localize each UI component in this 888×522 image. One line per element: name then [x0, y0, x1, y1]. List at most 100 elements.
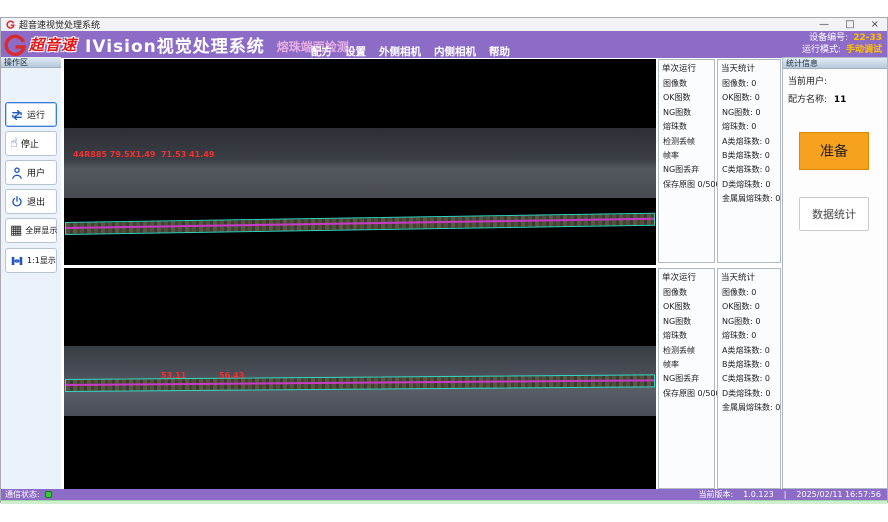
current-user-label: 当前用户:	[788, 77, 827, 87]
stat-row: 图像数: 0	[718, 77, 780, 91]
stat-row: 图像数	[659, 77, 714, 91]
stat-row: 帧率	[659, 358, 714, 372]
stat-row: A类熔珠数: 0	[718, 135, 780, 149]
window-controls: — □ ×	[819, 18, 879, 31]
today-stats-panel-bottom: 当天统计 图像数: 0OK图数: 0NG图数: 0熔珠数: 0A类熔珠数: 0B…	[717, 268, 781, 489]
single-run-panel-top: 单次运行 图像数OK图数NG图数熔珠数检测丢帧帧率NG图丢弃保存原图 0/500	[658, 59, 715, 263]
single-run-panel-bottom: 单次运行 图像数OK图数NG图数熔珠数检测丢帧帧率NG图丢弃保存原图 0/500	[658, 268, 715, 489]
stat-row: C类熔珠数: 0	[718, 163, 780, 177]
measurement-annotation: 56.43	[219, 372, 244, 380]
app-logo-icon	[6, 20, 15, 29]
device-number-value: 22-33	[853, 32, 882, 44]
stat-row: D类熔珠数: 0	[718, 178, 780, 192]
detection-centerline-bottom	[66, 379, 654, 386]
statusbar-separator: |	[784, 490, 787, 499]
measurement-annotation: 53.11	[161, 372, 186, 380]
stat-row: 图像数: 0	[718, 286, 780, 300]
stat-row: NG图数: 0	[718, 106, 780, 120]
stat-row: 检测丢帧	[659, 344, 714, 358]
close-button[interactable]: ×	[871, 18, 879, 31]
measurement-annotation: 44R885 79.5X1.49 71.53 41.49	[73, 151, 214, 159]
fullscreen-button[interactable]: ▦ 全屏显示	[5, 218, 57, 243]
comm-status-label: 通信状态:	[5, 489, 40, 500]
brand-logo-icon	[3, 33, 27, 57]
stat-row: NG图丢弃	[659, 163, 714, 177]
run-mode-value: 手动调试	[846, 44, 882, 56]
current-user-row: 当前用户:	[783, 74, 887, 87]
stat-row: 图像数	[659, 286, 714, 300]
app-title: IVision视觉处理系统	[85, 32, 265, 57]
menu-item-settings[interactable]: 设置	[345, 44, 366, 59]
statusbar-right: 当前版本: 1.0.123 | 2025/02/11 16:57:56	[698, 489, 881, 500]
stat-row: 帧率	[659, 149, 714, 163]
exit-button[interactable]: 退出	[5, 189, 57, 214]
prepare-button[interactable]: 准备	[799, 132, 869, 170]
stat-row: 检测丢帧	[659, 135, 714, 149]
stat-row: B类熔珠数: 0	[718, 358, 780, 372]
stat-row: OK图数	[659, 300, 714, 314]
one-to-one-button[interactable]: 1:1显示	[5, 248, 57, 273]
groupbox-title: 当天统计	[718, 269, 780, 286]
stat-row: A类熔珠数: 0	[718, 344, 780, 358]
menu-item-help[interactable]: 帮助	[489, 44, 510, 59]
statusbar-datetime: 2025/02/11 16:57:56	[796, 490, 881, 499]
one-to-one-icon	[10, 254, 24, 268]
loop-arrows-icon	[10, 108, 24, 122]
user-button[interactable]: 用户	[5, 160, 57, 185]
app-window: 超音速视觉处理系统 — □ × 超音速 IVision视觉处理系统 熔珠端面检测…	[0, 17, 888, 503]
operation-sidebar: 操作区 运行 ☝ 停止	[1, 57, 61, 489]
main-menu: 配方 设置 外侧相机 内侧相机 帮助	[311, 44, 510, 59]
minimize-button[interactable]: —	[819, 18, 829, 31]
window-bottom-strip	[1, 500, 887, 504]
status-bar: 通信状态: 当前版本: 1.0.123 | 2025/02/11 16:57:5…	[1, 489, 887, 500]
menu-item-outer-camera[interactable]: 外侧相机	[379, 44, 421, 59]
recipe-name-value: 11	[834, 95, 847, 105]
stat-row: OK图数: 0	[718, 300, 780, 314]
menu-item-inner-camera[interactable]: 内侧相机	[434, 44, 476, 59]
sidebar-title: 操作区	[1, 57, 61, 68]
dither-square-icon: ▦	[10, 224, 22, 237]
header-bar: 超音速 IVision视觉处理系统 熔珠端面检测 配方 设置 外侧相机 内侧相机…	[1, 31, 887, 58]
today-stats-panel-top: 当天统计 图像数: 0OK图数: 0NG图数: 0熔珠数: 0A类熔珠数: 0B…	[717, 59, 781, 263]
stat-row: 保存原图 0/500	[659, 178, 714, 192]
power-icon	[10, 195, 24, 209]
weld-strip-image-top	[64, 128, 656, 198]
restore-button[interactable]: □	[845, 18, 854, 31]
brand-name: 超音速	[29, 34, 77, 55]
stat-row: 保存原图 0/500	[659, 387, 714, 401]
run-mode-label: 运行模式:	[802, 44, 841, 56]
detection-roi-box-top	[65, 213, 655, 235]
stat-row: 熔珠数: 0	[718, 329, 780, 343]
stat-row: B类熔珠数: 0	[718, 149, 780, 163]
titlebar: 超音速视觉处理系统 — □ ×	[1, 18, 887, 31]
comm-status-green-icon	[45, 491, 52, 498]
stat-row: 熔珠数: 0	[718, 120, 780, 134]
stat-row: NG图数	[659, 106, 714, 120]
data-statistics-button[interactable]: 数据统计	[799, 197, 869, 231]
groupbox-title: 单次运行	[659, 60, 714, 77]
statistics-info-panel: 统计信息 当前用户: 配方名称: 11 准备 数据统计	[782, 57, 888, 489]
camera-viewport-bottom: 53.11 56.43	[64, 268, 656, 489]
camera-viewport-top: 44R885 79.5X1.49 71.53 41.49	[64, 59, 656, 265]
recipe-name-row: 配方名称: 11	[783, 92, 887, 105]
recipe-name-label: 配方名称:	[788, 95, 827, 105]
menu-item-recipe[interactable]: 配方	[311, 44, 332, 59]
stat-row: 金属屑熔珠数: 0	[718, 192, 780, 206]
stat-row: OK图数	[659, 91, 714, 105]
run-button[interactable]: 运行	[5, 102, 57, 127]
window-title: 超音速视觉处理系统	[19, 18, 100, 31]
stat-row: 熔珠数	[659, 120, 714, 134]
groupbox-title: 单次运行	[659, 269, 714, 286]
stat-row: NG图数: 0	[718, 315, 780, 329]
app-root: 超音速视觉处理系统 — □ × 超音速 IVision视觉处理系统 熔珠端面检测…	[0, 0, 888, 522]
device-info: 设备编号: 22-33 运行模式: 手动调试	[802, 32, 882, 56]
detection-centerline-top	[66, 218, 654, 229]
statistics-info-title: 统计信息	[783, 58, 887, 69]
stat-row: NG图数	[659, 315, 714, 329]
stat-row: NG图丢弃	[659, 372, 714, 386]
hand-icon: ☝	[10, 137, 18, 150]
stat-row: 金属屑熔珠数: 0	[718, 401, 780, 415]
stat-row: 熔珠数	[659, 329, 714, 343]
version-value: 1.0.123	[743, 490, 774, 499]
stop-button[interactable]: ☝ 停止	[5, 131, 57, 156]
